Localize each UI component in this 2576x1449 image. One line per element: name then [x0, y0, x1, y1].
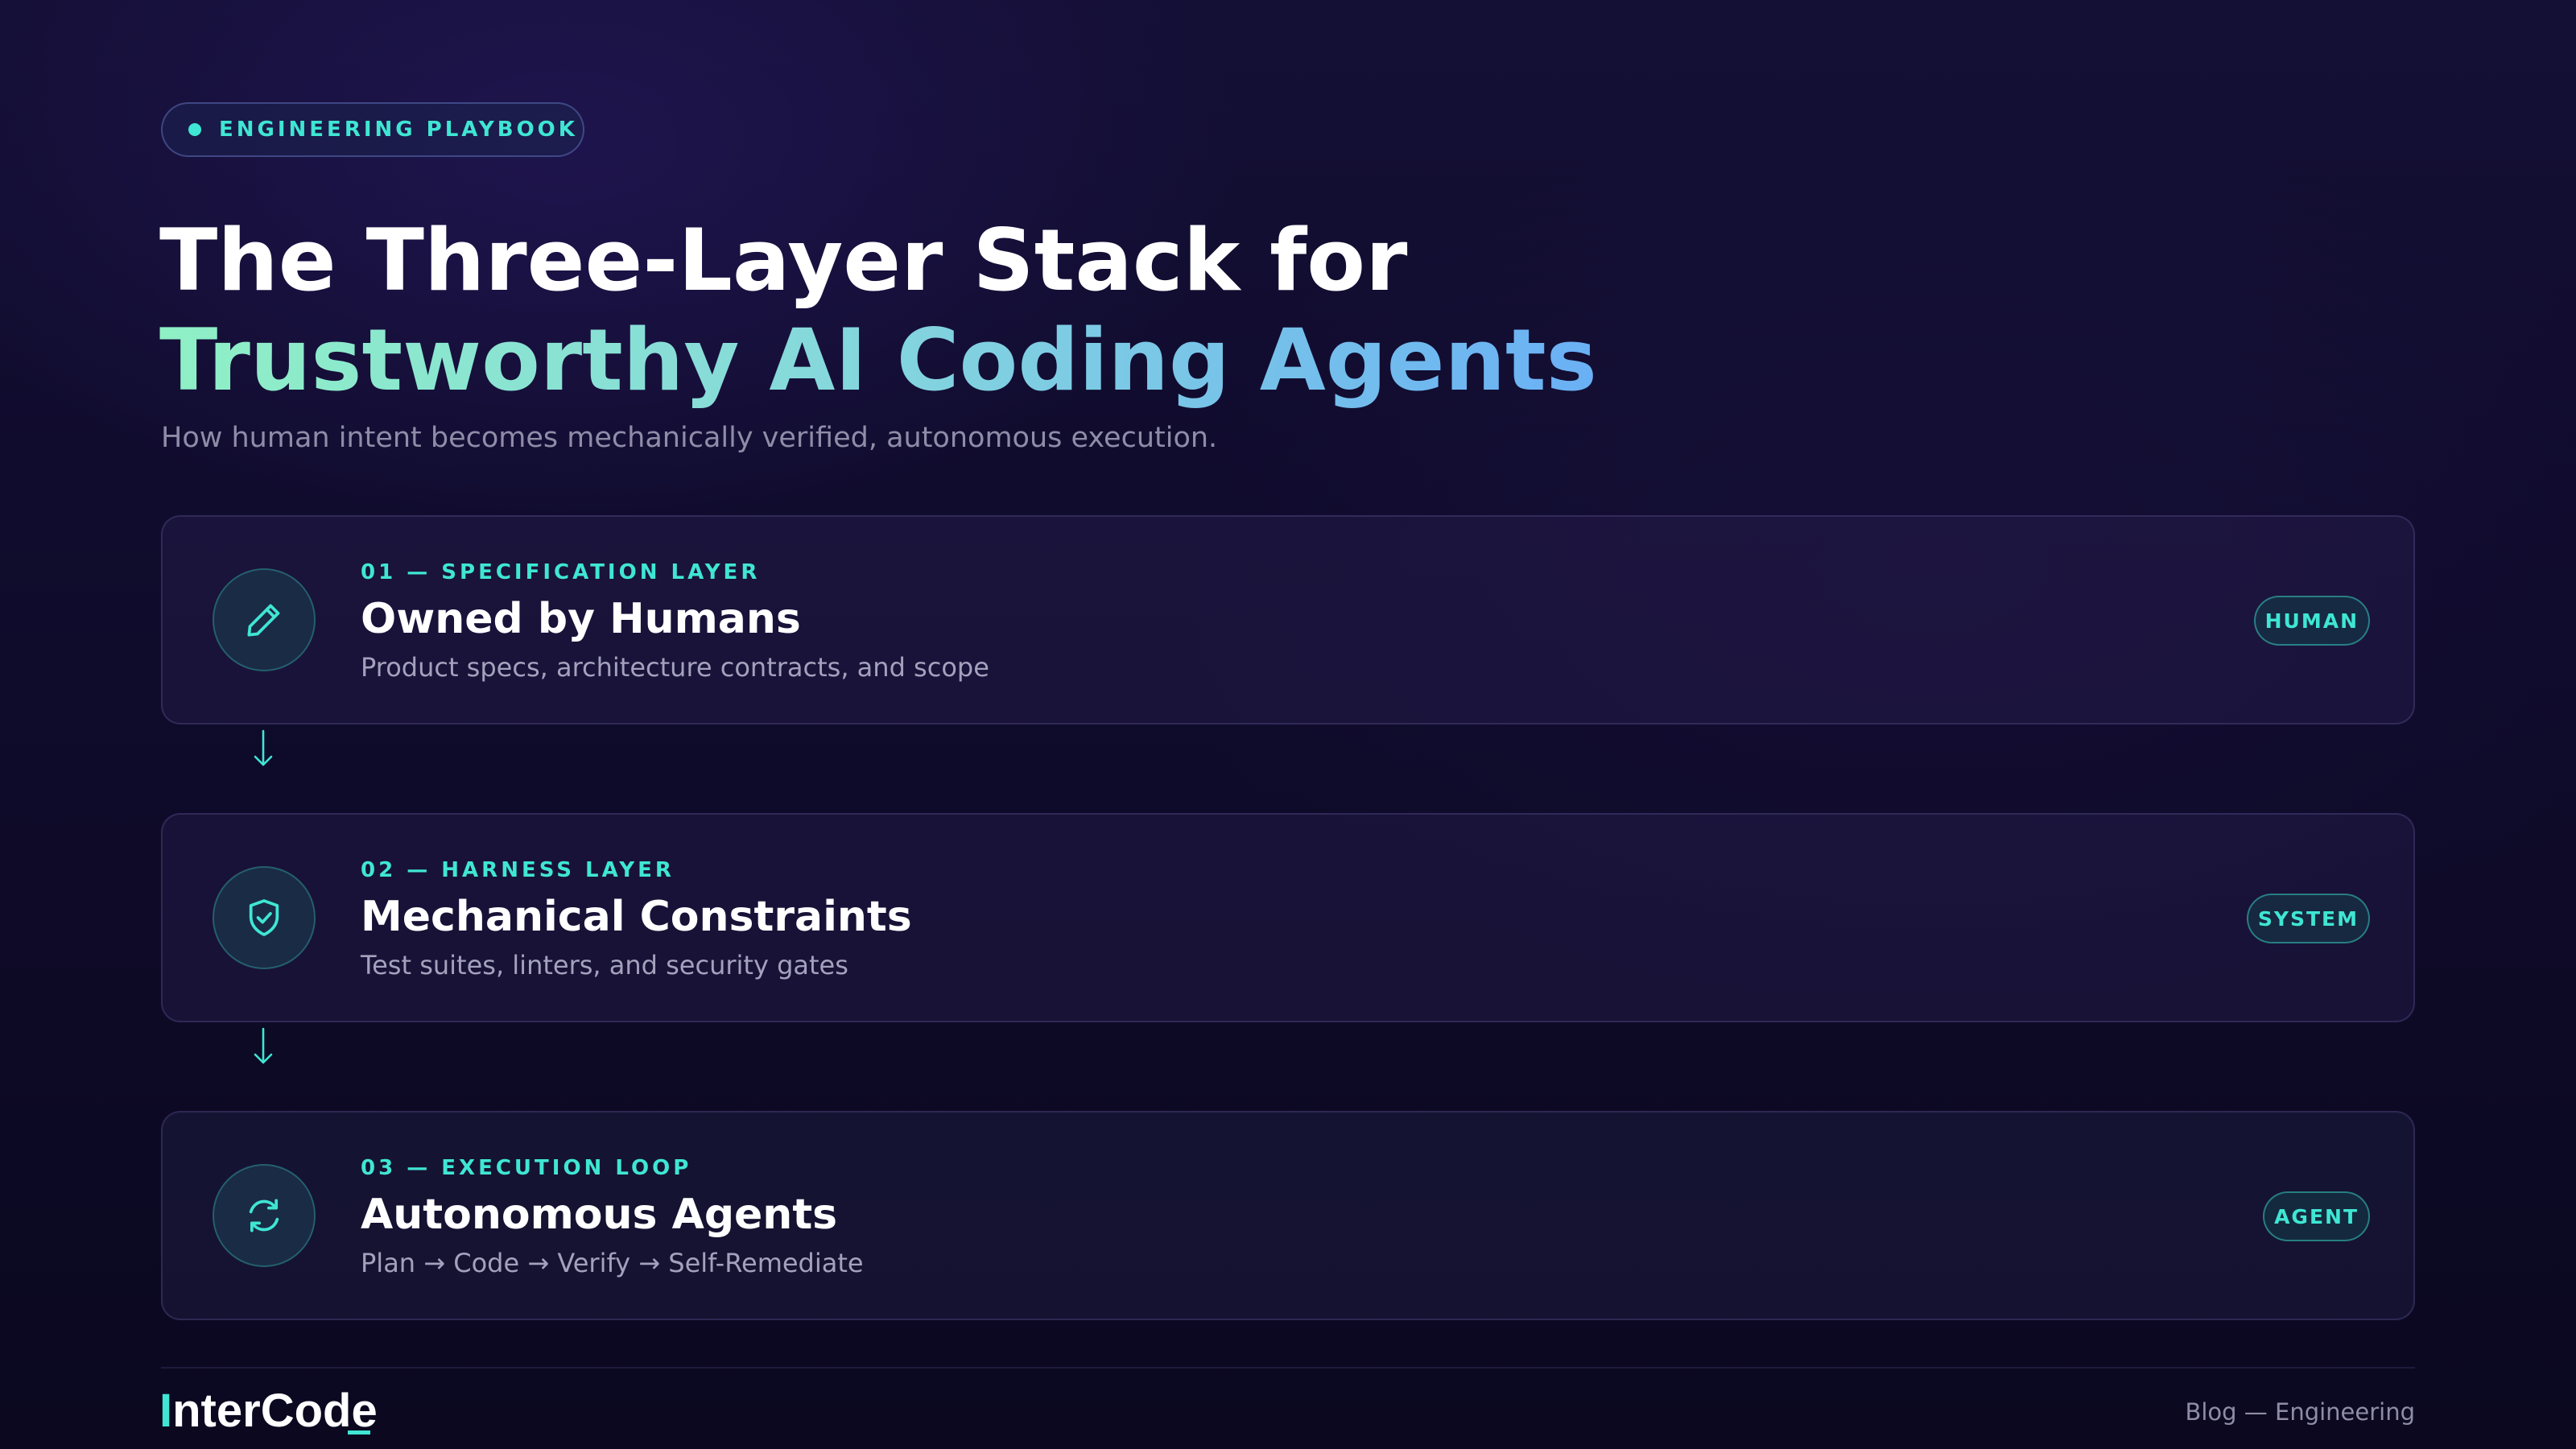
layer-tag-badge: HUMAN — [2253, 596, 2370, 646]
page-subtitle: How human intent becomes mechanically ve… — [161, 422, 1218, 454]
logo-underline-mark — [348, 1430, 370, 1435]
layer-card-specification: 01 — SPECIFICATION LAYER Owned by Humans… — [161, 515, 2415, 724]
footer-divider — [161, 1367, 2415, 1368]
intercode-logo[interactable]: InterCode — [159, 1383, 378, 1439]
logo-wordmark: nterCode — [172, 1385, 378, 1437]
arrow-down-icon — [254, 729, 273, 766]
shield-check-icon — [213, 866, 316, 969]
pencil-icon — [213, 568, 316, 671]
footer-category: Blog — Engineering — [2185, 1398, 2415, 1426]
badge-dot-icon — [188, 123, 201, 136]
layer-title: Owned by Humans — [361, 595, 801, 643]
logo-initial: I — [159, 1385, 173, 1437]
layer-tag-badge: AGENT — [2263, 1191, 2370, 1241]
refresh-icon — [213, 1164, 316, 1267]
arrow-down-icon — [254, 1027, 273, 1064]
badge-label: ENGINEERING PLAYBOOK — [219, 118, 578, 142]
layer-description: Product specs, architecture contracts, a… — [361, 652, 989, 683]
layer-title: Autonomous Agents — [361, 1191, 838, 1239]
layer-description: Plan → Code → Verify → Self-Remediate — [361, 1248, 864, 1278]
playbook-badge: ENGINEERING PLAYBOOK — [161, 102, 584, 157]
layer-title: Mechanical Constraints — [361, 893, 912, 941]
page-title-line-1: The Three-Layer Stack for — [159, 211, 1408, 310]
page-title-line-2: Trustworthy AI Coding Agents — [159, 311, 1597, 410]
layer-card-execution: 03 — EXECUTION LOOP Autonomous Agents Pl… — [161, 1111, 2415, 1320]
layer-kicker: 03 — EXECUTION LOOP — [361, 1156, 692, 1180]
layer-kicker: 01 — SPECIFICATION LAYER — [361, 560, 761, 584]
layer-kicker: 02 — HARNESS LAYER — [361, 858, 675, 882]
layer-card-harness: 02 — HARNESS LAYER Mechanical Constraint… — [161, 813, 2415, 1022]
layer-tag-badge: SYSTEM — [2246, 894, 2370, 943]
layer-description: Test suites, linters, and security gates — [361, 950, 848, 980]
